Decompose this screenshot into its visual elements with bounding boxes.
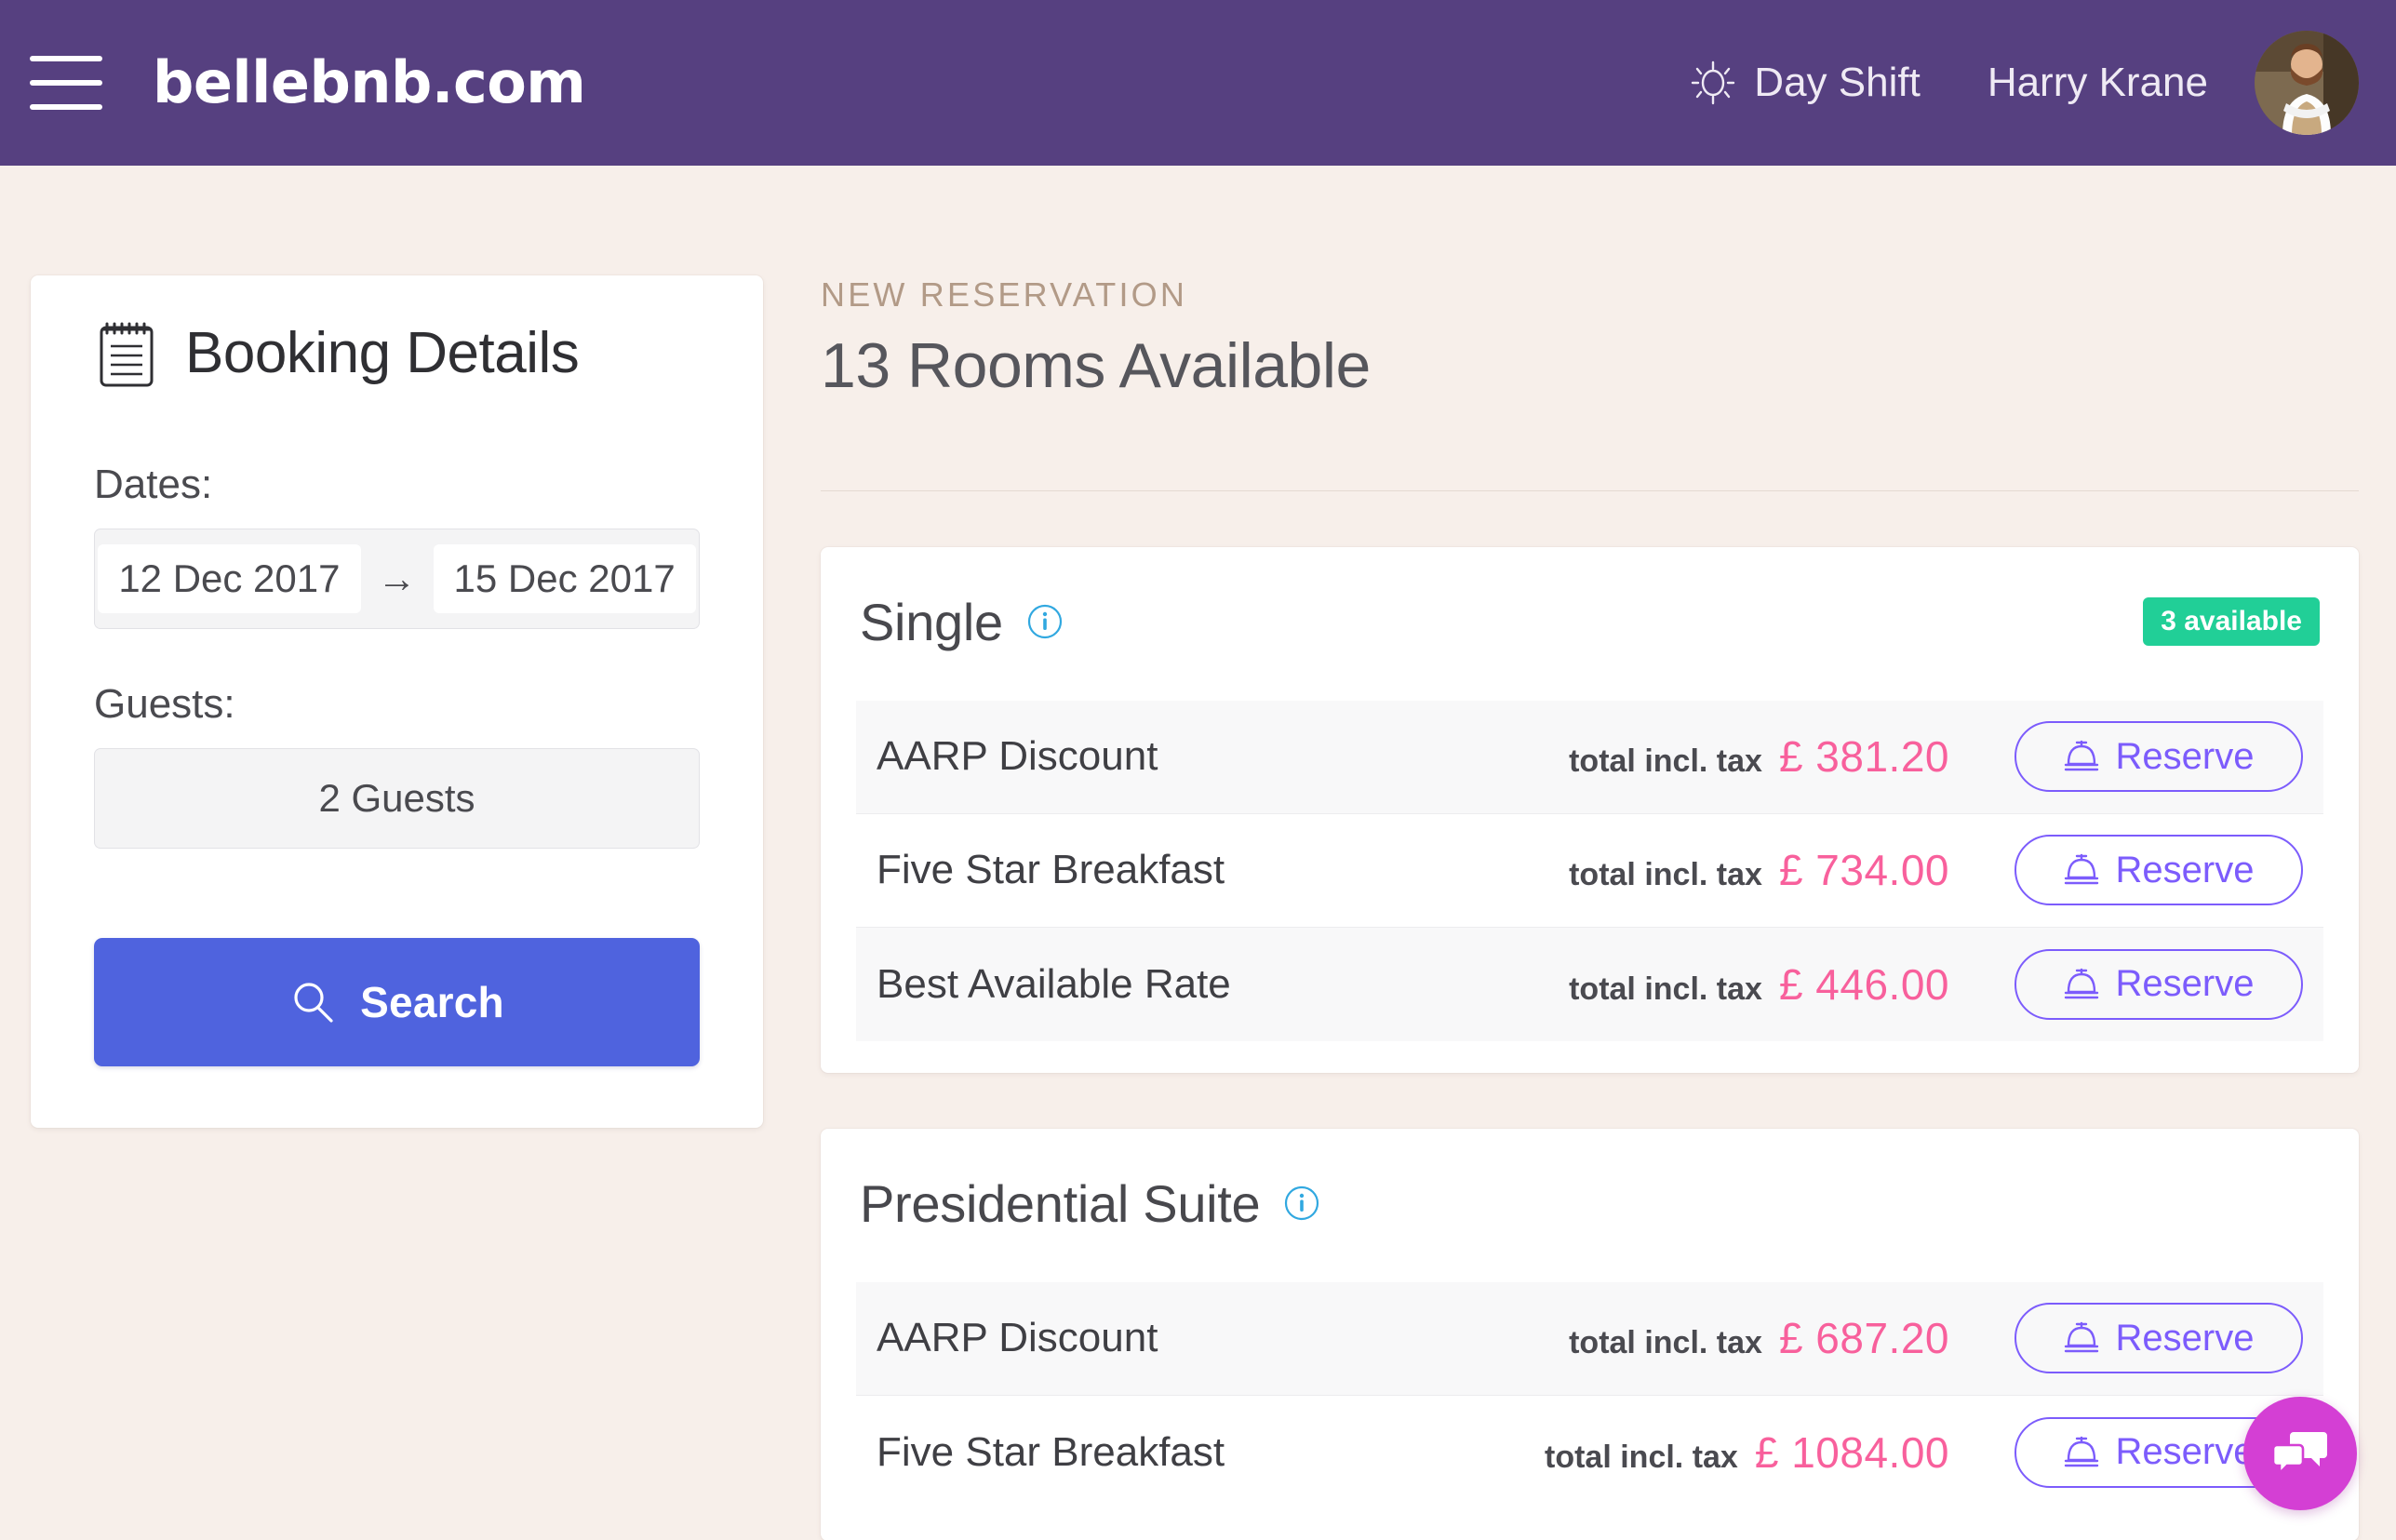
rate-plan-name: Five Star Breakfast — [877, 847, 1225, 893]
booking-details-header: Booking Details — [94, 316, 700, 391]
tax-label: total incl. tax — [1569, 971, 1762, 1007]
table-row: Best Available Rate total incl. tax £ 446.… — [856, 927, 2323, 1041]
date-range-input[interactable]: 12 Dec 2017 → 15 Dec 2017 — [94, 529, 700, 629]
room-type-card: Single 3 available AARP Discount total incl… — [821, 546, 2359, 1073]
rate-price-group: total incl. tax £ 381.20 — [1569, 731, 1949, 782]
reserve-button-label: Reserve — [2115, 735, 2255, 777]
topbar-right-group: Day Shift Harry Krane — [1691, 31, 2359, 135]
reserve-button[interactable]: Reserve — [2015, 1303, 2303, 1374]
page-content: Booking Details Dates: 12 Dec 2017 → 15 … — [0, 166, 2396, 1540]
room-card-header: Single 3 available — [821, 592, 2359, 652]
table-row: AARP Discount total incl. tax £ 687.20 Rese… — [856, 1281, 2323, 1396]
reserve-button[interactable]: Reserve — [2015, 835, 2303, 906]
rate-plan-name: Best Available Rate — [877, 960, 1231, 1007]
rate-price: £ 381.20 — [1778, 732, 1949, 782]
notepad-icon — [100, 322, 154, 387]
chat-support-button[interactable] — [2243, 1397, 2357, 1510]
search-button[interactable]: Search — [94, 938, 700, 1066]
brand-logo[interactable]: bellebnb.com — [153, 54, 586, 112]
rate-price: £ 1084.00 — [1754, 1427, 1949, 1477]
sun-icon — [1692, 60, 1735, 105]
bell-icon — [2064, 968, 2098, 998]
tax-label: total incl. tax — [1569, 1325, 1762, 1361]
tax-label: total incl. tax — [1545, 1439, 1738, 1475]
rate-price-group: total incl. tax £ 734.00 — [1569, 845, 1949, 895]
guests-input[interactable]: 2 Guests — [94, 748, 700, 849]
tax-label: total incl. tax — [1569, 743, 1762, 780]
reserve-button[interactable]: Reserve — [2015, 948, 2303, 1020]
day-shift-label: Day Shift — [1754, 60, 1921, 105]
rate-plan-list: AARP Discount total incl. tax £ 687.20 Rese… — [821, 1281, 2359, 1509]
booking-details-card: Booking Details Dates: 12 Dec 2017 → 15 … — [31, 275, 763, 1128]
hamburger-bar — [30, 80, 102, 86]
avatar-photo-icon — [2255, 31, 2359, 135]
hamburger-bar — [30, 56, 102, 61]
reserve-button-label: Reserve — [2115, 849, 2255, 891]
search-button-label: Search — [360, 978, 504, 1026]
room-type-card: Presidential Suite AARP Discount total inc… — [821, 1128, 2359, 1540]
rate-plan-name: Five Star Breakfast — [877, 1428, 1225, 1475]
search-icon — [294, 983, 333, 1023]
tax-label: total incl. tax — [1569, 857, 1762, 893]
rate-plan-name: AARP Discount — [877, 733, 1158, 780]
rate-price-group: total incl. tax £ 446.00 — [1569, 959, 1949, 1010]
right-column: NEW RESERVATION 13 Rooms Available Singl… — [763, 275, 2396, 1540]
info-circle-icon[interactable] — [1027, 604, 1063, 639]
date-arrow-icon: → — [377, 556, 417, 600]
page-title: Booking Details — [185, 321, 580, 385]
page-heading: 13 Rooms Available — [821, 330, 1371, 401]
bell-icon — [2064, 1322, 2098, 1353]
bell-icon — [2064, 1436, 2098, 1466]
reserve-button[interactable]: Reserve — [2015, 721, 2303, 793]
rate-plan-list: AARP Discount total incl. tax £ 381.20 Rese… — [821, 700, 2359, 1041]
hamburger-bar — [30, 104, 102, 110]
left-column: Booking Details Dates: 12 Dec 2017 → 15 … — [0, 275, 763, 1128]
checkin-date-field[interactable]: 12 Dec 2017 — [98, 544, 361, 613]
chat-bubbles-icon — [2271, 1432, 2327, 1477]
room-results-list: Single 3 available AARP Discount total incl… — [821, 546, 2359, 1540]
rate-price: £ 734.00 — [1778, 846, 1949, 895]
top-navigation-bar: bellebnb.com Day Shift Harry Krane — [0, 0, 2396, 166]
room-type-name: Presidential Suite — [860, 1173, 1261, 1233]
reserve-button-label: Reserve — [2115, 1431, 2255, 1473]
day-shift-button[interactable]: Day Shift — [1691, 60, 1921, 106]
room-card-header: Presidential Suite — [821, 1173, 2359, 1234]
table-row: Five Star Breakfast total incl. tax £ 1084… — [856, 1396, 2323, 1509]
reserve-button-label: Reserve — [2115, 963, 2255, 1005]
hamburger-menu-icon[interactable] — [30, 56, 102, 110]
rate-price: £ 687.20 — [1778, 1314, 1949, 1363]
bell-icon — [2064, 854, 2098, 885]
rate-price: £ 446.00 — [1778, 959, 1949, 1009]
bell-icon — [2064, 741, 2098, 771]
divider — [821, 489, 2359, 491]
avatar[interactable] — [2255, 31, 2359, 135]
breadcrumb: NEW RESERVATION — [821, 275, 1188, 314]
guests-label: Guests: — [94, 681, 235, 727]
table-row: AARP Discount total incl. tax £ 381.20 Rese… — [856, 700, 2323, 814]
rate-price-group: total incl. tax £ 1084.00 — [1545, 1427, 1949, 1478]
checkout-date-field[interactable]: 15 Dec 2017 — [433, 544, 696, 613]
reserve-button-label: Reserve — [2115, 1317, 2255, 1359]
rate-price-group: total incl. tax £ 687.20 — [1569, 1313, 1949, 1363]
table-row: Five Star Breakfast total incl. tax £ 734.… — [856, 814, 2323, 928]
app-viewport: bellebnb.com Day Shift Harry Krane Booki… — [0, 0, 2396, 1540]
rate-plan-name: AARP Discount — [877, 1315, 1158, 1361]
dates-label: Dates: — [94, 462, 213, 507]
info-circle-icon[interactable] — [1284, 1185, 1319, 1221]
user-name-label[interactable]: Harry Krane — [1988, 60, 2208, 106]
room-type-name: Single — [860, 592, 1003, 651]
status-badge: 3 available — [2143, 597, 2320, 647]
